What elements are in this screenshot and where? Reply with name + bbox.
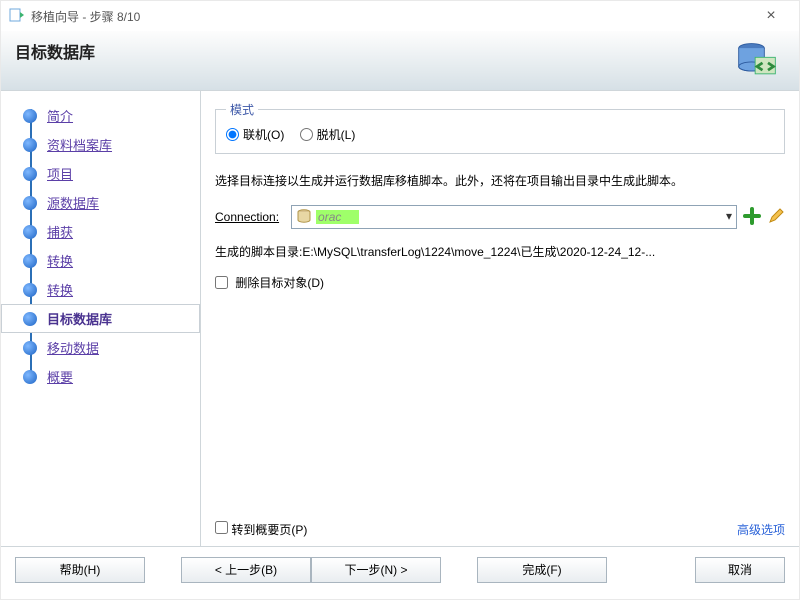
- script-path: 生成的脚本目录:E:\MySQL\transferLog\1224\move_1…: [215, 243, 785, 260]
- help-button[interactable]: 帮助(H): [15, 557, 145, 583]
- mode-offline[interactable]: 脱机(L): [300, 128, 356, 142]
- mode-online-radio[interactable]: [226, 128, 239, 141]
- step-source-db[interactable]: 源数据库: [1, 188, 200, 217]
- delete-target-input[interactable]: [215, 276, 228, 289]
- step-convert-2[interactable]: 转换: [1, 275, 200, 304]
- cancel-button[interactable]: 取消: [695, 557, 785, 583]
- go-summary-input[interactable]: [215, 521, 228, 534]
- connection-select[interactable]: orac: [291, 205, 737, 229]
- step-capture[interactable]: 捕获: [1, 217, 200, 246]
- mode-offline-radio[interactable]: [300, 128, 313, 141]
- step-project[interactable]: 项目: [1, 159, 200, 188]
- database-small-icon: [296, 208, 316, 227]
- step-target-db[interactable]: 目标数据库: [1, 304, 200, 333]
- back-button[interactable]: < 上一步(B): [181, 557, 311, 583]
- title-bar: 移植向导 - 步骤 8/10 ×: [1, 1, 799, 31]
- app-icon: [9, 7, 31, 26]
- mode-legend: 模式: [226, 101, 258, 118]
- advanced-link[interactable]: 高级选项: [737, 521, 785, 538]
- next-button[interactable]: 下一步(N) >: [311, 557, 441, 583]
- script-path-value: E:\MySQL\transferLog\1224\move_1224\已生成\…: [302, 245, 655, 259]
- connection-value: orac: [316, 210, 359, 224]
- step-move-data[interactable]: 移动数据: [1, 333, 200, 362]
- go-summary-checkbox[interactable]: 转到概要页(P): [215, 521, 307, 538]
- mode-group: 模式 联机(O) 脱机(L): [215, 101, 785, 154]
- database-icon: [735, 39, 779, 86]
- delete-target-checkbox[interactable]: 删除目标对象(D): [215, 276, 324, 290]
- finish-button[interactable]: 完成(F): [477, 557, 607, 583]
- page-title: 目标数据库: [15, 39, 785, 63]
- step-repository[interactable]: 资料档案库: [1, 130, 200, 159]
- step-intro[interactable]: 简介: [1, 101, 200, 130]
- wizard-steps: 简介 资料档案库 项目 源数据库 捕获 转换 转换 目标数据库 移动数据 概要: [1, 91, 201, 546]
- wizard-footer: 帮助(H) < 上一步(B) 下一步(N) > 完成(F) 取消: [1, 546, 799, 592]
- step-summary[interactable]: 概要: [1, 362, 200, 391]
- edit-connection-icon[interactable]: [767, 207, 785, 228]
- script-path-label: 生成的脚本目录:: [215, 245, 302, 259]
- wizard-header: 目标数据库: [1, 31, 799, 91]
- connection-label: Connection:: [215, 210, 279, 224]
- window-title: 移植向导 - 步骤 8/10: [31, 8, 751, 25]
- description-text: 选择目标连接以生成并运行数据库移植脚本。此外，还将在项目输出目录中生成此脚本。: [215, 172, 785, 191]
- add-connection-icon[interactable]: [743, 207, 761, 228]
- main-panel: 模式 联机(O) 脱机(L) 选择目标连接以生成并运行数据库移植脚本。此外，还将…: [201, 91, 799, 546]
- mode-online[interactable]: 联机(O): [226, 128, 284, 142]
- close-icon[interactable]: ×: [751, 7, 791, 25]
- step-convert-1[interactable]: 转换: [1, 246, 200, 275]
